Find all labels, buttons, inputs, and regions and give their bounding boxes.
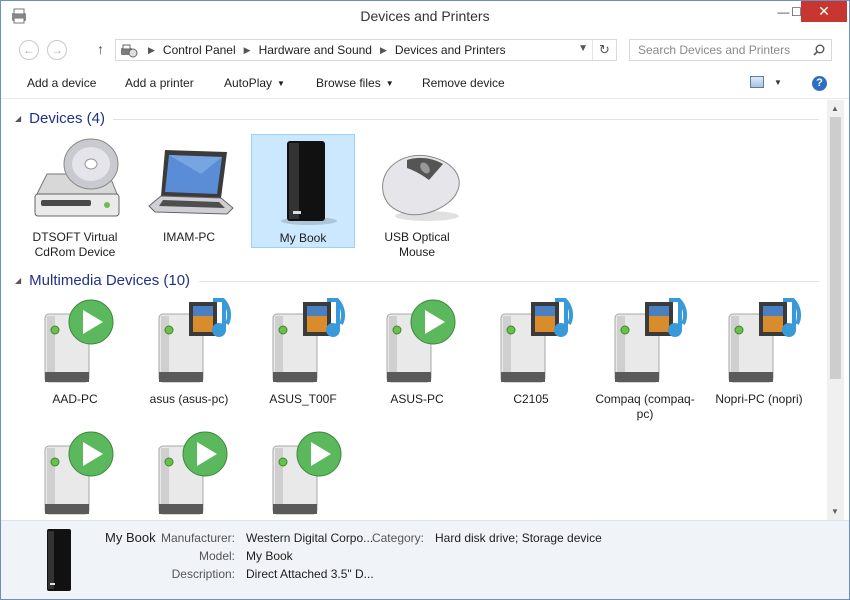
media-server-music-icon <box>272 298 346 383</box>
media-device-tile[interactable]: asus (asus-pc) <box>137 296 241 420</box>
forward-button[interactable]: → <box>47 40 67 60</box>
media-device-label: Nopri-PC (nopri) <box>715 392 803 406</box>
group-divider <box>113 119 819 120</box>
group-divider <box>199 281 819 282</box>
details-pane: My Book Manufacturer: Western Digital Co… <box>1 520 849 599</box>
multimedia-group-header[interactable]: ◢ Multimedia Devices (10) <box>15 272 190 289</box>
media-server-play-icon <box>272 431 342 515</box>
scrollbar-thumb[interactable] <box>830 117 841 379</box>
media-server-play-icon <box>44 431 114 515</box>
breadcrumb-separator: ▶ <box>243 44 251 55</box>
devices-printers-icon <box>121 44 138 58</box>
up-button[interactable]: ↑ <box>97 41 104 57</box>
collapse-triangle-icon[interactable]: ◢ <box>15 114 21 123</box>
model-label: Model: <box>198 549 235 563</box>
cdrom-drive-icon <box>34 138 120 217</box>
close-button[interactable]: ✕ <box>801 1 847 22</box>
media-device-tile[interactable]: AAD-PC <box>23 296 127 420</box>
device-list: ◢ Devices (4) DTSOFT Virtual CdRom Devic… <box>1 100 827 520</box>
mouse-icon <box>382 154 460 221</box>
media-device-tile[interactable] <box>251 428 355 520</box>
media-server-play-icon <box>386 299 456 383</box>
device-label: My Book <box>279 231 327 245</box>
scroll-up-icon[interactable]: ▲ <box>831 104 839 113</box>
add-printer-button[interactable]: Add a printer <box>125 76 194 90</box>
refresh-button[interactable]: ↻ <box>592 40 616 60</box>
media-device-label: AAD-PC <box>52 392 98 406</box>
media-device-tile[interactable] <box>137 428 241 520</box>
window: Devices and Printers — ☐ ✕ ← → ↑ ▶ Contr… <box>0 0 850 600</box>
scroll-down-icon[interactable]: ▼ <box>831 507 839 516</box>
device-tile[interactable]: USB Optical Mouse <box>365 134 469 264</box>
laptop-icon <box>148 150 234 215</box>
device-label: USB Optical Mouse <box>384 230 450 259</box>
media-device-label: ASUS-PC <box>390 392 444 406</box>
chevron-down-icon: ▼ <box>277 79 285 88</box>
category-label: Category: <box>371 531 424 545</box>
description-value: Direct Attached 3.5" D... <box>246 567 374 581</box>
media-device-tile[interactable]: ASUS_T00F <box>251 296 355 420</box>
model-value: My Book <box>246 549 293 563</box>
browse-files-menu[interactable]: Browse files ▼ <box>316 76 394 90</box>
media-device-tile[interactable] <box>23 428 127 520</box>
external-hard-drive-icon <box>47 529 71 591</box>
external-hard-drive-icon <box>281 141 337 225</box>
window-title: Devices and Printers <box>360 8 490 24</box>
category-value: Hard disk drive; Storage device <box>435 531 602 545</box>
chevron-down-icon: ▼ <box>385 79 394 88</box>
title-bar: Devices and Printers — ☐ ✕ <box>1 1 849 32</box>
search-placeholder: Search Devices and Printers <box>638 43 791 57</box>
media-server-music-icon <box>614 298 688 383</box>
device-label: IMAM-PC <box>163 230 215 244</box>
devices-group-title: Devices (4) <box>29 110 106 127</box>
address-dropdown-icon[interactable]: ▼ <box>578 43 588 54</box>
change-view-icon[interactable] <box>750 76 764 88</box>
remove-device-button[interactable]: Remove device <box>422 76 505 90</box>
media-device-label: ASUS_T00F <box>269 392 337 406</box>
media-device-label: asus (asus-pc) <box>149 392 229 406</box>
autoplay-menu[interactable]: AutoPlay ▼ <box>224 76 285 90</box>
devices-group-header[interactable]: ◢ Devices (4) <box>15 110 105 127</box>
media-server-music-icon <box>158 298 232 383</box>
media-device-label: Compaq (compaq-pc) <box>595 392 695 421</box>
breadcrumb-separator: ▶ <box>148 44 155 55</box>
help-button[interactable]: ? <box>812 76 827 91</box>
collapse-triangle-icon[interactable]: ◢ <box>15 276 21 285</box>
breadcrumb-devices-and-printers[interactable]: Devices and Printers <box>395 43 506 57</box>
media-device-tile[interactable]: Compaq (compaq-pc) <box>593 296 697 421</box>
address-bar[interactable]: ▶ Control Panel ▶ Hardware and Sound ▶ D… <box>115 39 617 61</box>
media-device-tile[interactable]: ASUS-PC <box>365 296 469 420</box>
device-tile[interactable]: DTSOFT Virtual CdRom Device <box>23 134 127 264</box>
media-server-music-icon <box>500 298 574 383</box>
search-input[interactable]: Search Devices and Printers <box>629 39 832 61</box>
breadcrumb-hardware-and-sound[interactable]: Hardware and Sound <box>259 43 372 57</box>
multimedia-group-title: Multimedia Devices (10) <box>29 272 191 289</box>
add-device-button[interactable]: Add a device <box>27 76 96 90</box>
media-device-label: C2105 <box>513 392 549 406</box>
command-bar: Add a device Add a printer AutoPlay ▼ Bro… <box>1 68 849 99</box>
device-tile[interactable]: IMAM-PC <box>137 134 241 264</box>
breadcrumb-control-panel[interactable]: Control Panel <box>163 43 236 57</box>
browse-files-label: Browse files <box>316 76 381 90</box>
description-label: Description: <box>171 567 235 581</box>
address-row: ← → ↑ ▶ Control Panel ▶ Hardware and Sou… <box>1 32 849 68</box>
media-device-tile[interactable]: Nopri-PC (nopri) <box>707 296 811 420</box>
media-server-play-icon <box>158 431 228 515</box>
autoplay-label: AutoPlay <box>224 76 273 90</box>
device-label: DTSOFT Virtual CdRom Device <box>32 230 118 259</box>
media-server-play-icon <box>44 299 114 383</box>
media-server-music-icon <box>728 298 802 383</box>
manufacturer-label: Manufacturer: <box>160 531 235 545</box>
device-tile-selected[interactable]: My Book <box>251 134 355 248</box>
back-button[interactable]: ← <box>19 40 39 60</box>
chevron-down-icon[interactable]: ▼ <box>774 78 782 87</box>
breadcrumb-separator: ▶ <box>379 44 387 55</box>
media-device-tile[interactable]: C2105 <box>479 296 583 420</box>
vertical-scrollbar[interactable]: ▲ ▼ <box>827 100 844 520</box>
search-icon[interactable] <box>813 44 825 56</box>
